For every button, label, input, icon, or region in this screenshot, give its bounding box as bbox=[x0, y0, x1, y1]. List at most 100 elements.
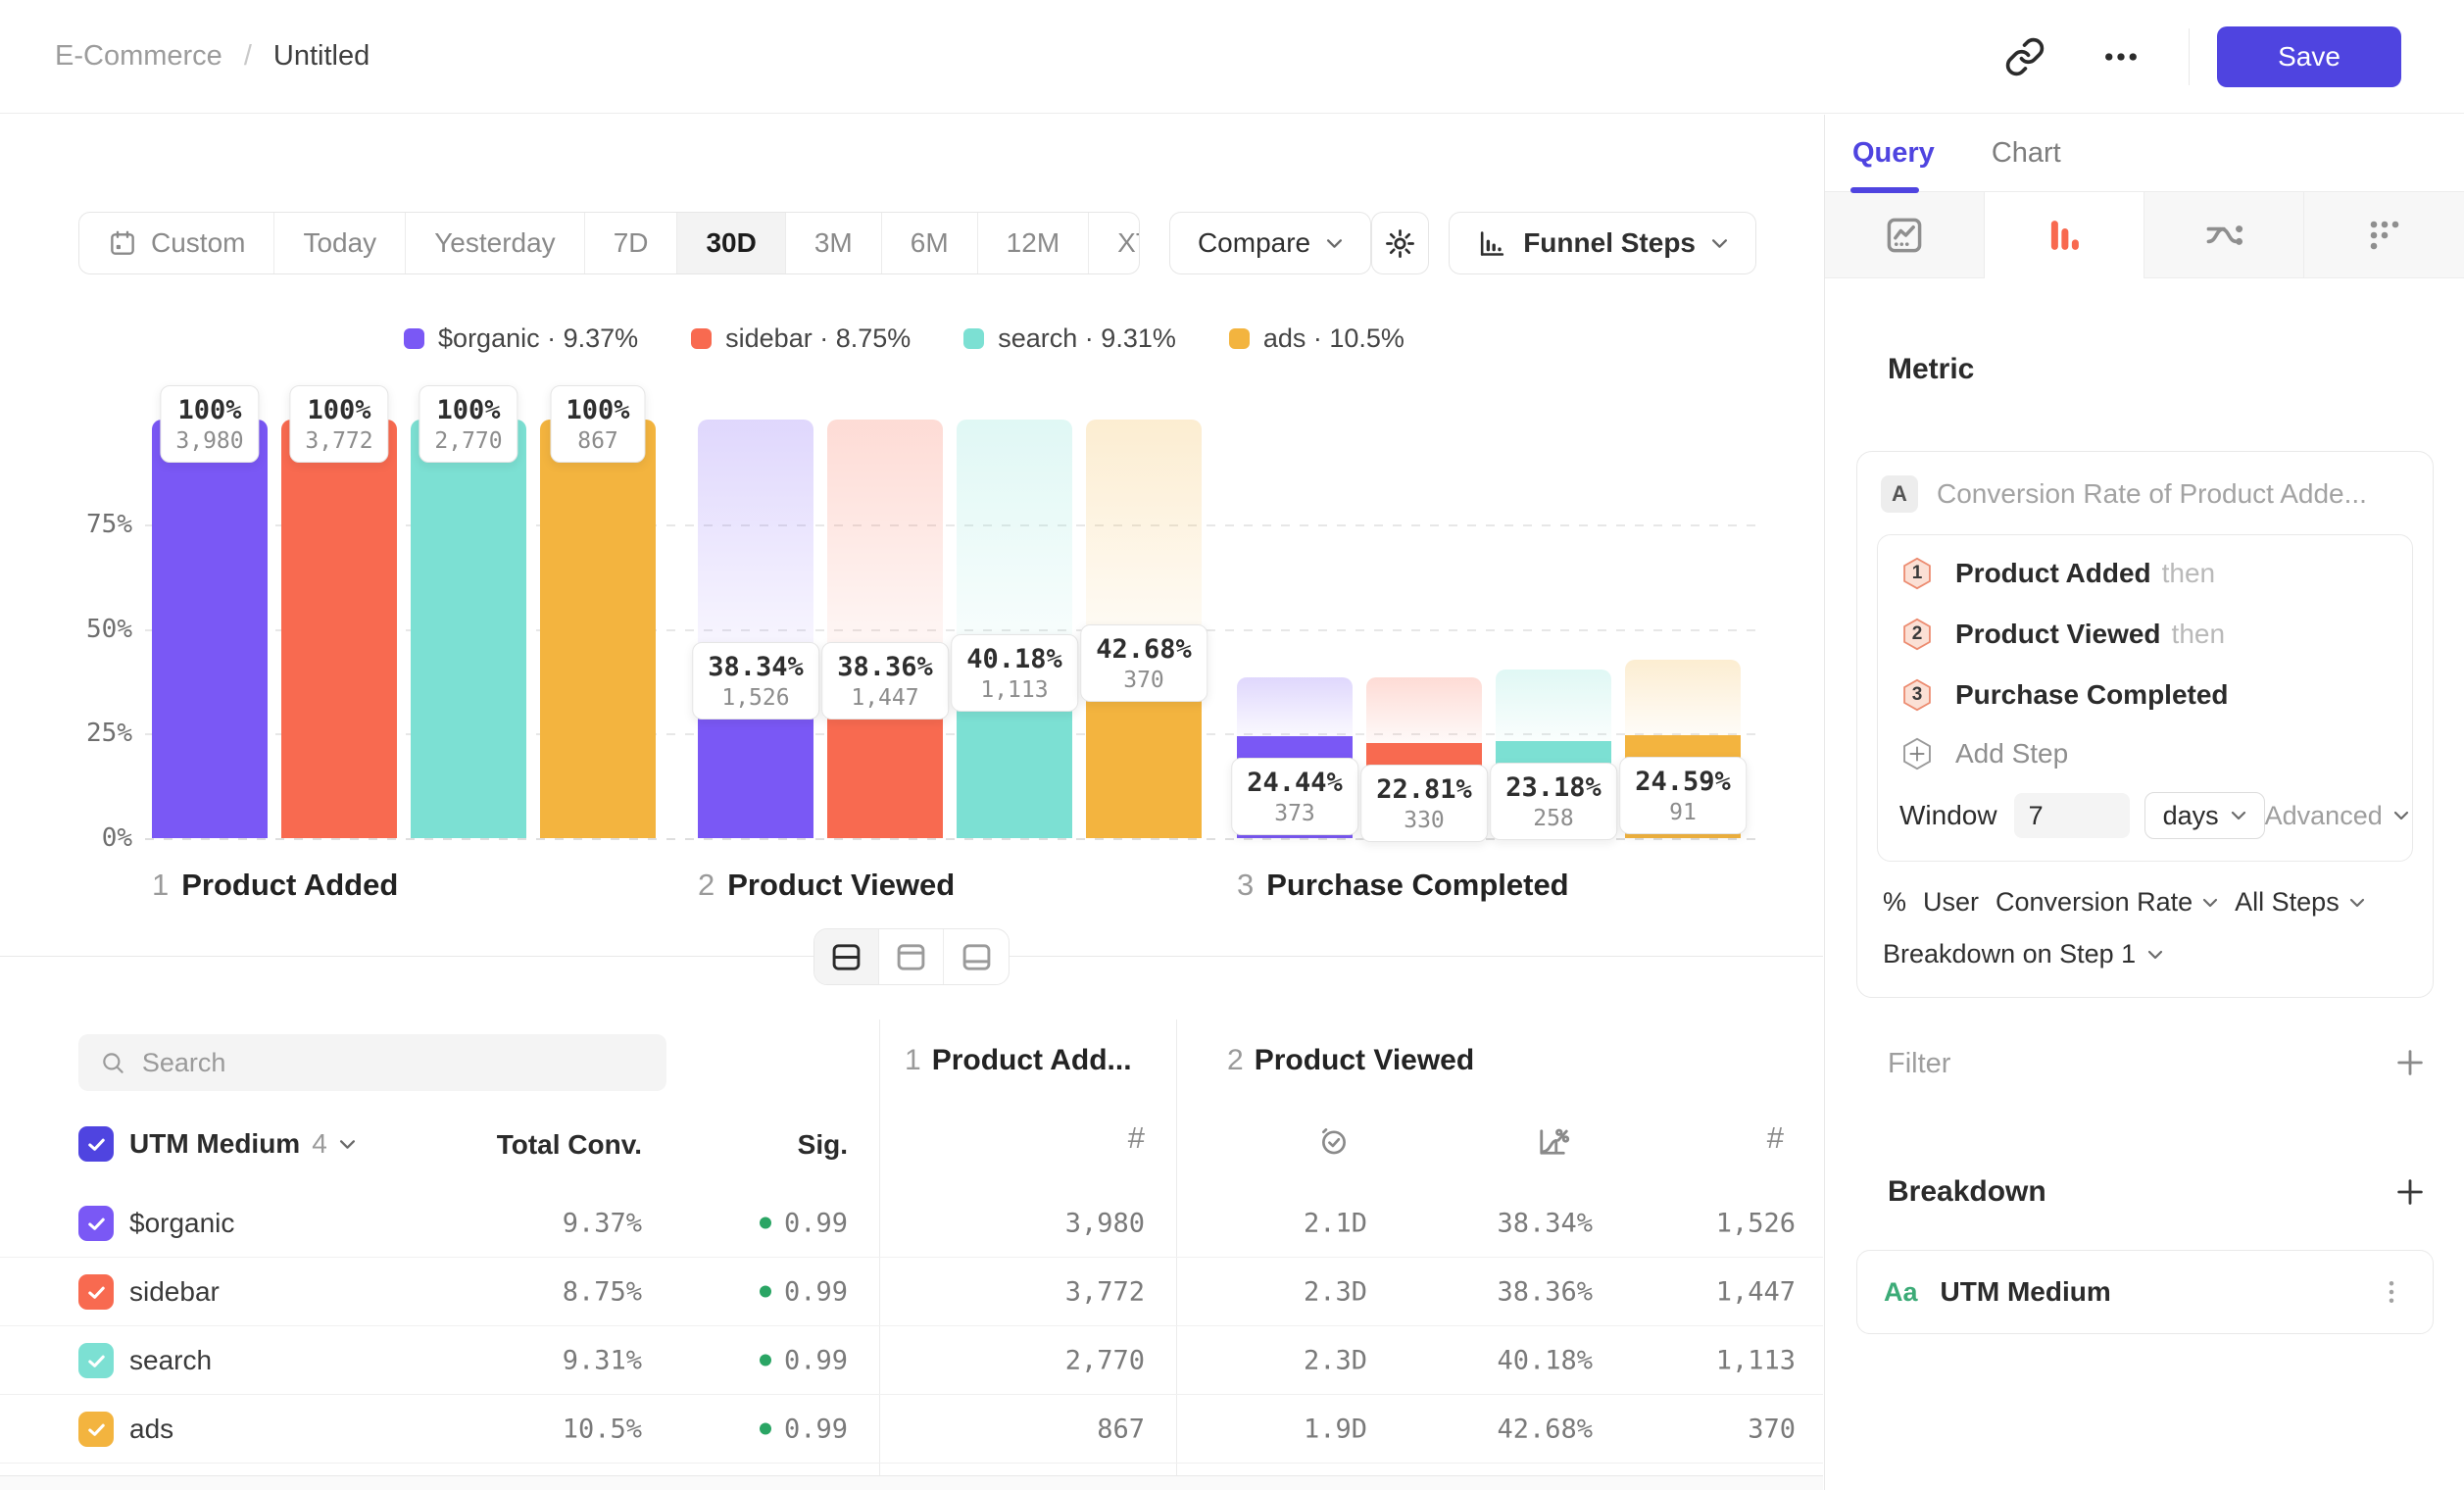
avg-time-column-icon[interactable] bbox=[1317, 1124, 1351, 1163]
save-button[interactable]: Save bbox=[2217, 26, 2401, 87]
metric-section-label: Metric bbox=[1888, 353, 1974, 386]
bar-pct: 22.81% bbox=[1376, 772, 1472, 807]
bar-pct: 38.34% bbox=[708, 650, 804, 684]
cell-conv-rate: 38.36% bbox=[1497, 1276, 1593, 1307]
retention-icon bbox=[2363, 214, 2406, 257]
more-options-icon[interactable] bbox=[2100, 36, 2142, 77]
sig-header[interactable]: Sig. bbox=[798, 1129, 848, 1161]
add-filter-button[interactable] bbox=[2393, 1046, 2427, 1079]
top-panel-icon bbox=[894, 940, 928, 974]
bar-ads-step1[interactable] bbox=[540, 420, 656, 838]
row-checkbox[interactable] bbox=[78, 1274, 114, 1310]
total-conv-header[interactable]: Total Conv. bbox=[497, 1129, 642, 1161]
active-tab-underline bbox=[1850, 187, 1919, 193]
cell-conv-rate: 38.34% bbox=[1497, 1208, 1593, 1238]
step-number: 3 bbox=[1237, 868, 1254, 902]
bar-value-label: 40.18%1,113 bbox=[951, 634, 1078, 712]
bar-organic-step1[interactable] bbox=[152, 420, 268, 838]
bar-count: 1,113 bbox=[966, 676, 1062, 704]
bar-count: 1,526 bbox=[708, 684, 804, 712]
row-checkbox[interactable] bbox=[78, 1412, 114, 1447]
bar-count: 91 bbox=[1635, 799, 1731, 826]
breadcrumb-project[interactable]: E-Commerce bbox=[55, 40, 222, 73]
count-column-icon[interactable]: # bbox=[1767, 1120, 1784, 1156]
tab-query[interactable]: Query bbox=[1852, 137, 1935, 170]
metric-name-row[interactable]: A Conversion Rate of Product Adde... bbox=[1877, 473, 2413, 519]
bar-ghost-search-step2 bbox=[957, 420, 1072, 670]
cell-total-conv: 10.5% bbox=[563, 1414, 642, 1444]
measure-entity-dropdown[interactable]: User bbox=[1923, 887, 1979, 918]
bar-pct: 42.68% bbox=[1096, 632, 1192, 667]
search-input[interactable] bbox=[142, 1048, 645, 1078]
layout-table-only-button[interactable] bbox=[944, 929, 1009, 984]
y-axis-tick: 50% bbox=[29, 615, 132, 644]
bar-value-label: 100%3,980 bbox=[160, 385, 259, 463]
tab-retention[interactable] bbox=[2304, 192, 2464, 278]
cell-step1-count: 3,772 bbox=[1065, 1276, 1145, 1307]
layout-chart-only-button[interactable] bbox=[879, 929, 944, 984]
bar-value-label: 38.34%1,526 bbox=[692, 642, 819, 720]
tab-insights[interactable] bbox=[1825, 192, 1985, 278]
add-step-button[interactable]: Add Step bbox=[1878, 725, 2412, 782]
bar-pct: 100% bbox=[434, 393, 502, 427]
metric-card: A Conversion Rate of Product Adde... 1 P… bbox=[1856, 451, 2434, 998]
window-value-input[interactable] bbox=[2014, 793, 2130, 838]
measure-scope-dropdown[interactable]: All Steps bbox=[2235, 887, 2365, 918]
add-breakdown-button[interactable] bbox=[2393, 1175, 2427, 1209]
cell-conv-rate: 42.68% bbox=[1497, 1414, 1593, 1444]
share-link-icon[interactable] bbox=[2004, 36, 2045, 77]
bar-pct: 38.36% bbox=[837, 650, 933, 684]
cell-total-conv: 9.31% bbox=[563, 1345, 642, 1375]
kebab-menu-icon[interactable] bbox=[2377, 1277, 2406, 1307]
bar-count: 867 bbox=[566, 427, 629, 455]
breadcrumb-title[interactable]: Untitled bbox=[273, 40, 370, 73]
topbar-divider bbox=[2189, 28, 2190, 85]
flows-icon bbox=[2202, 214, 2245, 257]
bar-count: 3,772 bbox=[305, 427, 372, 455]
funnel-step-2[interactable]: 2 Product Viewed then bbox=[1878, 604, 2412, 665]
cell-avg-time: 2.3D bbox=[1304, 1276, 1367, 1307]
window-unit-dropdown[interactable]: days bbox=[2144, 792, 2265, 839]
layout-split-button[interactable] bbox=[814, 929, 879, 984]
cell-sig: 0.99 bbox=[760, 1414, 848, 1444]
sig-value: 0.99 bbox=[784, 1208, 848, 1238]
funnel-icon bbox=[2044, 215, 2085, 256]
table-row-search: search9.31%0.992,7702.3D40.18%1,113 bbox=[0, 1326, 1823, 1395]
y-axis-tick: 0% bbox=[29, 823, 132, 853]
bar-search-step1[interactable] bbox=[411, 420, 526, 838]
window-unit-label: days bbox=[2163, 801, 2219, 831]
breakdown-item[interactable]: Aa UTM Medium bbox=[1856, 1250, 2434, 1334]
row-name: ads bbox=[129, 1414, 173, 1445]
cell-step2-count: 1,113 bbox=[1716, 1345, 1796, 1375]
breakdown-column-header[interactable]: UTM Medium 4 bbox=[78, 1124, 356, 1164]
bar-value-label: 24.59%91 bbox=[1619, 757, 1747, 834]
breakdown-on-step-dropdown[interactable]: Breakdown on Step 1 bbox=[1877, 939, 2413, 969]
bar-sidebar-step1[interactable] bbox=[281, 420, 397, 838]
row-checkbox[interactable] bbox=[78, 1343, 114, 1378]
cell-conv-rate: 40.18% bbox=[1497, 1345, 1593, 1375]
tab-chart[interactable]: Chart bbox=[1992, 137, 2061, 170]
measure-type-dropdown[interactable]: Conversion Rate bbox=[1996, 887, 2218, 918]
tab-flows[interactable] bbox=[2144, 192, 2304, 278]
conv-rate-column-icon[interactable] bbox=[1535, 1124, 1570, 1165]
step-name: Product Viewed bbox=[727, 868, 955, 902]
step-name: Product Viewed bbox=[1255, 1044, 1475, 1076]
step-connector: then bbox=[2162, 558, 2216, 589]
breakdown-section-label: Breakdown bbox=[1888, 1175, 2046, 1209]
select-all-checkbox[interactable] bbox=[78, 1126, 114, 1162]
split-view-icon bbox=[829, 940, 863, 974]
row-checkbox[interactable] bbox=[78, 1206, 114, 1241]
bar-value-label: 22.81%330 bbox=[1360, 765, 1488, 842]
query-sidebar: Query Chart Metric A Conversion Rate of … bbox=[1824, 115, 2464, 1490]
funnel-step-3[interactable]: 3 Purchase Completed bbox=[1878, 665, 2412, 725]
table-row-organic: $organic9.37%0.993,9802.1D38.34%1,526 bbox=[0, 1189, 1823, 1258]
tab-funnels[interactable] bbox=[1985, 192, 2144, 278]
advanced-dropdown[interactable]: Advanced bbox=[2265, 801, 2409, 831]
cell-step2-count: 1,526 bbox=[1716, 1208, 1796, 1238]
funnel-step-1[interactable]: 1 Product Added then bbox=[1878, 543, 2412, 604]
count-column-icon[interactable]: # bbox=[1128, 1120, 1145, 1156]
bar-count: 330 bbox=[1376, 807, 1472, 834]
x-axis-step-3: 3Purchase Completed bbox=[1237, 868, 1569, 903]
y-axis-tick: 25% bbox=[29, 719, 132, 748]
cell-step1-count: 2,770 bbox=[1065, 1345, 1145, 1375]
